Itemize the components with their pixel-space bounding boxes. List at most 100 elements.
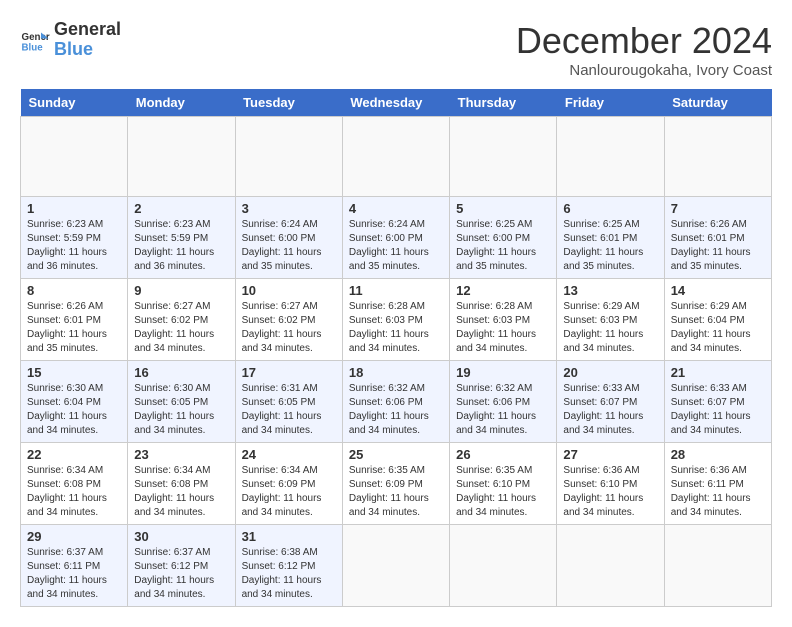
day-number: 24 [242, 447, 336, 462]
day-info: Sunrise: 6:26 AMSunset: 6:01 PMDaylight:… [671, 218, 765, 274]
day-number: 30 [134, 529, 228, 544]
calendar-week-row: 15 Sunrise: 6:30 AMSunset: 6:04 PMDayligh… [21, 361, 772, 443]
calendar-cell: 10Sunrise: 6:27 AMSunset: 6:02 PMDayligh… [235, 279, 342, 361]
calendar-cell: 24 Sunrise: 6:34 AMSunset: 6:09 PMDayligh… [235, 443, 342, 525]
calendar-cell: 9 Sunrise: 6:27 AMSunset: 6:02 PMDaylight… [128, 279, 235, 361]
day-info: Sunrise: 6:34 AMSunset: 6:09 PMDaylight:… [242, 464, 336, 520]
calendar-cell: 5 Sunrise: 6:25 AMSunset: 6:00 PMDaylight… [450, 197, 557, 279]
day-number: 21 [671, 365, 765, 380]
day-number: 26 [456, 447, 550, 462]
logo: General Blue General Blue [20, 20, 121, 60]
day-number: 22 [27, 447, 121, 462]
day-number: 7 [671, 201, 765, 216]
day-info: Sunrise: 6:30 AMSunset: 6:05 PMDaylight:… [134, 382, 228, 438]
day-info: Sunrise: 6:28 AMSunset: 6:03 PMDaylight:… [349, 300, 443, 356]
calendar-table: SundayMondayTuesdayWednesdayThursdayFrid… [20, 89, 772, 607]
day-number: 14 [671, 283, 765, 298]
day-number: 4 [349, 201, 443, 216]
svg-text:Blue: Blue [22, 42, 44, 53]
calendar-week-row [21, 117, 772, 197]
calendar-week-row: 29Sunrise: 6:37 AMSunset: 6:11 PMDayligh… [21, 525, 772, 607]
header-friday: Friday [557, 89, 664, 117]
header-sunday: Sunday [21, 89, 128, 117]
day-number: 15 [27, 365, 121, 380]
calendar-cell: 21 Sunrise: 6:33 AMSunset: 6:07 PMDayligh… [664, 361, 771, 443]
calendar-cell [342, 117, 449, 197]
day-info: Sunrise: 6:38 AMSunset: 6:12 PMDaylight:… [242, 546, 336, 602]
day-number: 2 [134, 201, 228, 216]
calendar-cell: 18 Sunrise: 6:32 AMSunset: 6:06 PMDayligh… [342, 361, 449, 443]
calendar-cell: 11Sunrise: 6:28 AMSunset: 6:03 PMDayligh… [342, 279, 449, 361]
day-info: Sunrise: 6:36 AMSunset: 6:10 PMDaylight:… [563, 464, 657, 520]
day-info: Sunrise: 6:27 AMSunset: 6:02 PMDaylight:… [134, 300, 228, 356]
day-info: Sunrise: 6:37 AMSunset: 6:11 PMDaylight:… [27, 546, 121, 602]
day-info: Sunrise: 6:23 AMSunset: 5:59 PMDaylight:… [134, 218, 228, 274]
day-info: Sunrise: 6:25 AMSunset: 6:00 PMDaylight:… [456, 218, 550, 274]
day-number: 10 [242, 283, 336, 298]
calendar-cell: 31Sunrise: 6:38 AMSunset: 6:12 PMDayligh… [235, 525, 342, 607]
day-number: 13 [563, 283, 657, 298]
day-number: 9 [134, 283, 228, 298]
day-info: Sunrise: 6:33 AMSunset: 6:07 PMDaylight:… [563, 382, 657, 438]
day-number: 23 [134, 447, 228, 462]
calendar-cell [450, 525, 557, 607]
day-info: Sunrise: 6:31 AMSunset: 6:05 PMDaylight:… [242, 382, 336, 438]
page-header: General Blue General Blue December 2024 … [20, 20, 772, 79]
calendar-cell [235, 117, 342, 197]
calendar-cell: 14Sunrise: 6:29 AMSunset: 6:04 PMDayligh… [664, 279, 771, 361]
day-info: Sunrise: 6:32 AMSunset: 6:06 PMDaylight:… [349, 382, 443, 438]
calendar-cell: 3Sunrise: 6:24 AMSunset: 6:00 PMDaylight… [235, 197, 342, 279]
day-number: 6 [563, 201, 657, 216]
day-number: 20 [563, 365, 657, 380]
day-info: Sunrise: 6:24 AMSunset: 6:00 PMDaylight:… [242, 218, 336, 274]
calendar-cell [557, 117, 664, 197]
day-number: 8 [27, 283, 121, 298]
day-info: Sunrise: 6:23 AMSunset: 5:59 PMDaylight:… [27, 218, 121, 274]
calendar-cell [21, 117, 128, 197]
day-info: Sunrise: 6:25 AMSunset: 6:01 PMDaylight:… [563, 218, 657, 274]
logo-line2: Blue [54, 40, 121, 60]
day-number: 27 [563, 447, 657, 462]
calendar-cell: 29Sunrise: 6:37 AMSunset: 6:11 PMDayligh… [21, 525, 128, 607]
day-number: 18 [349, 365, 443, 380]
day-info: Sunrise: 6:32 AMSunset: 6:06 PMDaylight:… [456, 382, 550, 438]
header-monday: Monday [128, 89, 235, 117]
logo-text: General Blue [54, 20, 121, 60]
calendar-cell: 8Sunrise: 6:26 AMSunset: 6:01 PMDaylight… [21, 279, 128, 361]
day-info: Sunrise: 6:34 AMSunset: 6:08 PMDaylight:… [27, 464, 121, 520]
calendar-cell: 25Sunrise: 6:35 AMSunset: 6:09 PMDayligh… [342, 443, 449, 525]
day-info: Sunrise: 6:35 AMSunset: 6:10 PMDaylight:… [456, 464, 550, 520]
calendar-header-row: SundayMondayTuesdayWednesdayThursdayFrid… [21, 89, 772, 117]
calendar-cell [664, 117, 771, 197]
day-number: 12 [456, 283, 550, 298]
day-info: Sunrise: 6:33 AMSunset: 6:07 PMDaylight:… [671, 382, 765, 438]
calendar-cell [450, 117, 557, 197]
logo-icon: General Blue [20, 25, 50, 55]
calendar-cell: 23Sunrise: 6:34 AMSunset: 6:08 PMDayligh… [128, 443, 235, 525]
day-info: Sunrise: 6:24 AMSunset: 6:00 PMDaylight:… [349, 218, 443, 274]
day-number: 19 [456, 365, 550, 380]
calendar-cell: 15 Sunrise: 6:30 AMSunset: 6:04 PMDayligh… [21, 361, 128, 443]
calendar-cell: 20 Sunrise: 6:33 AMSunset: 6:07 PMDayligh… [557, 361, 664, 443]
day-info: Sunrise: 6:30 AMSunset: 6:04 PMDaylight:… [27, 382, 121, 438]
header-saturday: Saturday [664, 89, 771, 117]
calendar-cell: 1 Sunrise: 6:23 AMSunset: 5:59 PMDaylight… [21, 197, 128, 279]
calendar-cell: 6 Sunrise: 6:25 AMSunset: 6:01 PMDaylight… [557, 197, 664, 279]
calendar-week-row: 22 Sunrise: 6:34 AMSunset: 6:08 PMDayligh… [21, 443, 772, 525]
day-number: 17 [242, 365, 336, 380]
day-number: 1 [27, 201, 121, 216]
calendar-cell [664, 525, 771, 607]
calendar-cell: 28 Sunrise: 6:36 AMSunset: 6:11 PMDayligh… [664, 443, 771, 525]
day-info: Sunrise: 6:36 AMSunset: 6:11 PMDaylight:… [671, 464, 765, 520]
calendar-cell [128, 117, 235, 197]
day-info: Sunrise: 6:37 AMSunset: 6:12 PMDaylight:… [134, 546, 228, 602]
calendar-cell: 7 Sunrise: 6:26 AMSunset: 6:01 PMDaylight… [664, 197, 771, 279]
header-tuesday: Tuesday [235, 89, 342, 117]
calendar-cell: 2 Sunrise: 6:23 AMSunset: 5:59 PMDaylight… [128, 197, 235, 279]
calendar-cell: 4 Sunrise: 6:24 AMSunset: 6:00 PMDaylight… [342, 197, 449, 279]
calendar-cell: 13Sunrise: 6:29 AMSunset: 6:03 PMDayligh… [557, 279, 664, 361]
day-number: 28 [671, 447, 765, 462]
calendar-cell: 17 Sunrise: 6:31 AMSunset: 6:05 PMDayligh… [235, 361, 342, 443]
day-number: 5 [456, 201, 550, 216]
calendar-cell: 16Sunrise: 6:30 AMSunset: 6:05 PMDayligh… [128, 361, 235, 443]
